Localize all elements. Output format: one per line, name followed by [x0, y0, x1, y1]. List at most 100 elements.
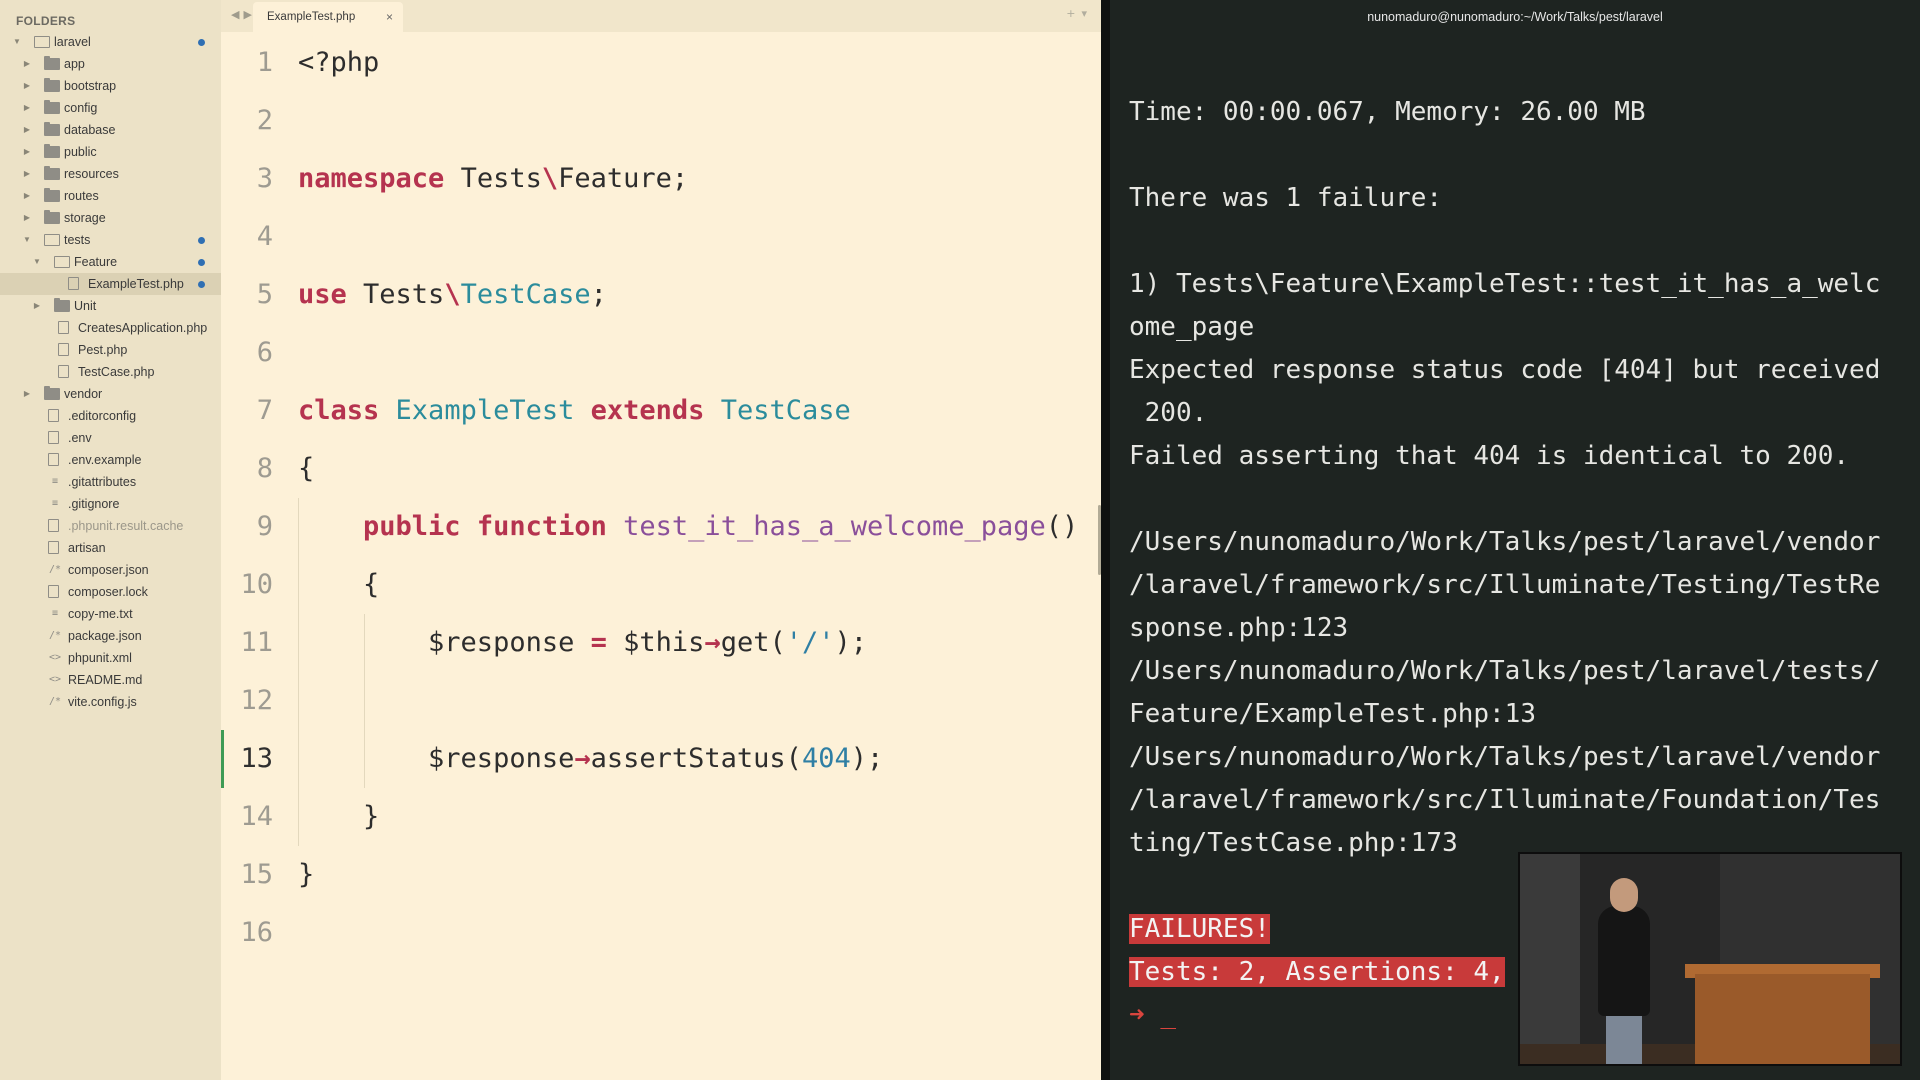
- tree-item[interactable]: <> README.md: [0, 669, 221, 691]
- code-text: {: [298, 440, 314, 498]
- tree-item[interactable]: ≡ .gitattributes: [0, 471, 221, 493]
- tree-item[interactable]: ▶ database: [0, 119, 221, 141]
- code-token: }: [298, 859, 315, 890]
- tree-item[interactable]: ▼ tests: [0, 229, 221, 251]
- tree-item-label: TestCase.php: [78, 365, 155, 379]
- tree-item-label: config: [64, 101, 98, 115]
- code-line[interactable]: 7 class ExampleTest extends TestCase: [221, 382, 1101, 440]
- line-number: 1: [256, 47, 273, 78]
- chevron-right-icon[interactable]: ▶: [22, 97, 32, 119]
- chevron-right-icon[interactable]: ▶: [22, 119, 32, 141]
- tree-item[interactable]: .env.example: [0, 449, 221, 471]
- tree-item[interactable]: ▶ app: [0, 53, 221, 75]
- tree-item[interactable]: TestCase.php: [0, 361, 221, 383]
- chevron-right-icon[interactable]: ▶: [22, 207, 32, 229]
- tree-item[interactable]: ▶ vendor: [0, 383, 221, 405]
- tree-item[interactable]: ▶ storage: [0, 207, 221, 229]
- code-line[interactable]: 1 <?php: [221, 34, 1101, 92]
- code-line[interactable]: 15}: [221, 846, 1101, 904]
- chevron-right-icon[interactable]: ▶: [22, 185, 32, 207]
- tree-item[interactable]: /* package.json: [0, 625, 221, 647]
- code-line[interactable]: 4: [221, 208, 1101, 266]
- folder-open-icon: [34, 36, 50, 48]
- file-icon: [58, 321, 69, 334]
- chevron-right-icon[interactable]: ▶: [22, 75, 32, 97]
- code-line[interactable]: 12: [221, 672, 1101, 730]
- terminal-line: Expected response status code [404] but …: [1129, 355, 1881, 385]
- code-area[interactable]: 1 <?php 2 3 namespace Tests\Feature; 4 5 use Te…: [221, 34, 1101, 962]
- tree-item[interactable]: /* vite.config.js: [0, 691, 221, 713]
- code-text: {: [298, 556, 379, 614]
- tree-item[interactable]: /* composer.json: [0, 559, 221, 581]
- chevron-right-icon[interactable]: ▶: [22, 141, 32, 163]
- tree-item[interactable]: composer.lock: [0, 581, 221, 603]
- chevron-right-icon[interactable]: ▶: [22, 53, 32, 75]
- chevron-down-icon[interactable]: ▼: [22, 229, 32, 251]
- tree-item-label: storage: [64, 211, 106, 225]
- tree-item[interactable]: artisan: [0, 537, 221, 559]
- chevron-down-icon[interactable]: ▼: [32, 251, 42, 273]
- tab-example-test[interactable]: ExampleTest.php ×: [253, 2, 403, 32]
- terminal-line: sponse.php:123: [1129, 613, 1349, 643]
- terminal-line: /Users/nunomaduro/Work/Talks/pest/larave…: [1129, 656, 1881, 686]
- tree-item[interactable]: Pest.php: [0, 339, 221, 361]
- code-token: );: [850, 743, 884, 774]
- video-podium: [1695, 974, 1870, 1064]
- line-number: 2: [256, 105, 273, 136]
- tree-item[interactable]: ▶ bootstrap: [0, 75, 221, 97]
- chevron-down-icon[interactable]: ▼: [12, 31, 22, 53]
- code-line[interactable]: 10 {: [221, 556, 1101, 614]
- close-icon[interactable]: ×: [386, 2, 393, 32]
- tree-item[interactable]: <> phpunit.xml: [0, 647, 221, 669]
- terminal-cursor[interactable]: _: [1160, 1000, 1176, 1030]
- code-token: }: [298, 801, 380, 832]
- file-list-icon: ≡: [51, 608, 59, 619]
- folder-open-icon: [44, 234, 60, 246]
- tree-item[interactable]: ExampleTest.php: [0, 273, 221, 295]
- folder-icon: [44, 386, 60, 400]
- tree-item[interactable]: ≡ copy-me.txt: [0, 603, 221, 625]
- git-modified-dot: [198, 39, 205, 46]
- prompt-arrow-icon: ➜: [1129, 1000, 1145, 1030]
- chevron-right-icon[interactable]: ▶: [22, 383, 32, 405]
- code-line[interactable]: 9 public function test_it_has_a_welcome_…: [221, 498, 1101, 556]
- tree-item[interactable]: CreatesApplication.php: [0, 317, 221, 339]
- code-line[interactable]: 13 $response→assertStatus(404);: [221, 730, 1101, 788]
- terminal-line: Failed asserting that 404 is identical t…: [1129, 441, 1850, 471]
- chevron-right-icon[interactable]: ▶: [22, 163, 32, 185]
- tree-item[interactable]: ≡ .gitignore: [0, 493, 221, 515]
- code-line[interactable]: 6: [221, 324, 1101, 382]
- code-token: namespace: [298, 163, 445, 194]
- tree-item[interactable]: .phpunit.result.cache: [0, 515, 221, 537]
- tree-item[interactable]: ▶ resources: [0, 163, 221, 185]
- line-number: 8: [256, 453, 273, 484]
- code-line[interactable]: 11 $response = $this→get('/');: [221, 614, 1101, 672]
- line-number: 6: [256, 337, 273, 368]
- code-token: $this: [606, 627, 705, 658]
- code-line[interactable]: 5 use Tests\TestCase;: [221, 266, 1101, 324]
- terminal-line: There was 1 failure:: [1129, 183, 1443, 213]
- file-icon: [48, 453, 59, 466]
- tree-item[interactable]: ▶ Unit: [0, 295, 221, 317]
- tab-bar: ◀▶ ExampleTest.php × +▾: [221, 0, 1101, 32]
- code-token: class: [298, 395, 380, 426]
- tab-tools-icon[interactable]: +▾: [1066, 7, 1093, 20]
- terminal-line: /Users/nunomaduro/Work/Talks/pest/larave…: [1129, 527, 1881, 557]
- code-line[interactable]: 16: [221, 904, 1101, 962]
- code-line[interactable]: 2: [221, 92, 1101, 150]
- code-line[interactable]: 14 }: [221, 788, 1101, 846]
- code-line[interactable]: 8{: [221, 440, 1101, 498]
- tree-item[interactable]: ▼ Feature: [0, 251, 221, 273]
- pane-divider[interactable]: [1101, 0, 1110, 1080]
- tree-item[interactable]: ▼ laravel: [0, 31, 221, 53]
- tree-item[interactable]: ▶ public: [0, 141, 221, 163]
- tree-item[interactable]: ▶ config: [0, 97, 221, 119]
- code-line[interactable]: 3 namespace Tests\Feature;: [221, 150, 1101, 208]
- tree-item[interactable]: ▶ routes: [0, 185, 221, 207]
- tree-item[interactable]: .env: [0, 427, 221, 449]
- chevron-right-icon[interactable]: ▶: [32, 295, 42, 317]
- tree-item[interactable]: .editorconfig: [0, 405, 221, 427]
- code-token: $response: [298, 743, 575, 774]
